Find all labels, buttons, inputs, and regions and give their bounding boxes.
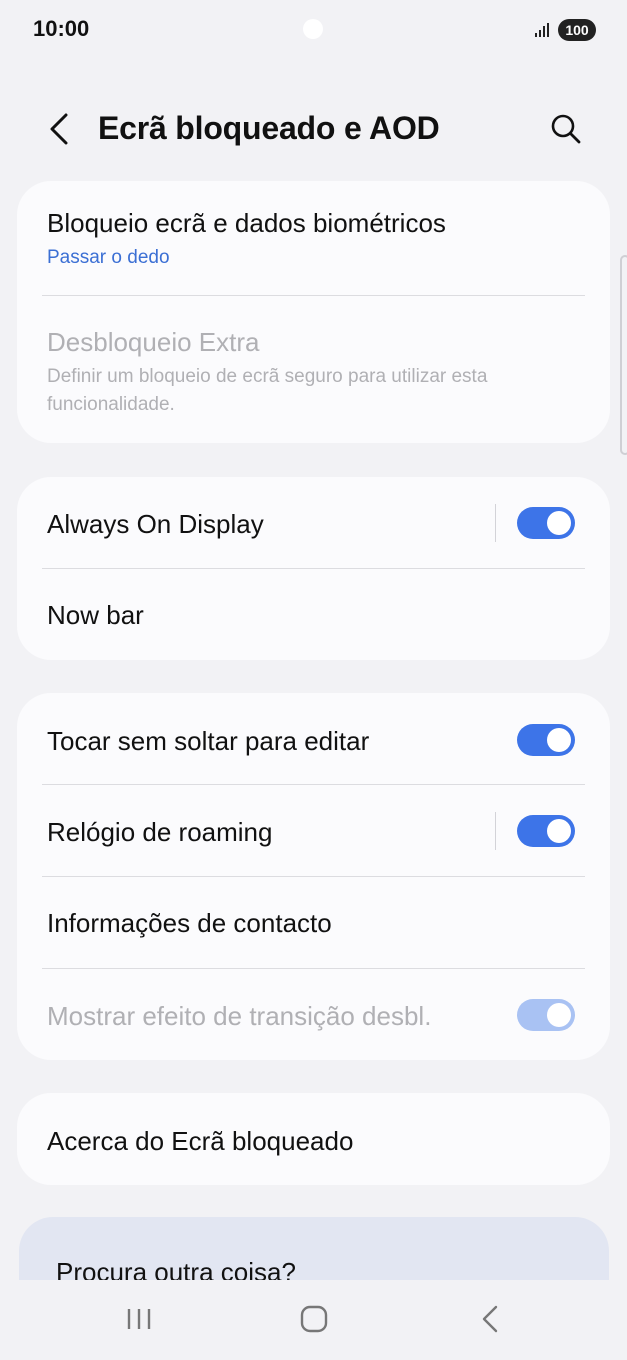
roaming-clock-label: Relógio de roaming (47, 817, 273, 847)
extra-unlock-desc-line1: Definir um bloqueio de ecrã seguro para … (47, 366, 488, 387)
touch-hold-edit-toggle[interactable] (517, 724, 575, 756)
search-icon[interactable] (548, 111, 584, 147)
roaming-clock-toggle[interactable] (517, 815, 575, 847)
about-lock-screen-label: Acerca do Ecrã bloqueado (47, 1126, 354, 1156)
contact-info-item[interactable]: Informações de contacto (17, 877, 610, 968)
extra-unlock-item: Desbloqueio Extra Definir um bloqueio de… (17, 296, 610, 443)
about-lock-screen-item[interactable]: Acerca do Ecrã bloqueado (17, 1093, 610, 1185)
lock-screen-biometrics-label: Bloqueio ecrã e dados biométricos (47, 208, 446, 238)
home-icon[interactable] (299, 1304, 329, 1334)
now-bar-label: Now bar (47, 600, 144, 630)
status-time: 10:00 (33, 16, 90, 41)
vertical-separator (495, 812, 496, 850)
extra-unlock-desc-line2: funcionalidade. (47, 394, 175, 415)
lock-screen-biometrics-item[interactable]: Bloqueio ecrã e dados biométricos Passar… (17, 181, 610, 296)
about-card: Acerca do Ecrã bloqueado (17, 1093, 610, 1185)
unlock-transition-item: Mostrar efeito de transição desbl. (17, 969, 610, 1060)
screen: 10:00 100 Ecrã bloqueado e AOD Bloqueio … (0, 0, 627, 1360)
header: Ecrã bloqueado e AOD (0, 95, 627, 165)
recents-icon[interactable] (124, 1304, 154, 1334)
lock-type-value: Passar o dedo (47, 247, 170, 268)
signal-icon (535, 23, 549, 37)
touch-hold-edit-item[interactable]: Tocar sem soltar para editar (17, 693, 610, 785)
back-chevron-icon[interactable] (42, 109, 76, 149)
always-on-display-toggle[interactable] (517, 507, 575, 539)
back-icon[interactable] (476, 1304, 506, 1334)
touch-hold-edit-label: Tocar sem soltar para editar (47, 726, 370, 756)
now-bar-item[interactable]: Now bar (17, 569, 610, 660)
camera-cutout (303, 19, 323, 39)
roaming-clock-item[interactable]: Relógio de roaming (17, 785, 610, 877)
navigation-bar (0, 1280, 627, 1360)
aod-card: Always On Display Now bar (17, 477, 610, 660)
vertical-separator (495, 504, 496, 542)
battery-icon: 100 (558, 19, 596, 41)
lock-settings-card: Tocar sem soltar para editar Relógio de … (17, 693, 610, 1060)
unlock-transition-toggle (517, 999, 575, 1031)
always-on-display-item[interactable]: Always On Display (17, 477, 610, 569)
always-on-display-label: Always On Display (47, 509, 264, 539)
page-title: Ecrã bloqueado e AOD (98, 110, 440, 146)
extra-unlock-label: Desbloqueio Extra (47, 327, 260, 357)
unlock-transition-label: Mostrar efeito de transição desbl. (47, 1001, 432, 1031)
contact-info-label: Informações de contacto (47, 908, 332, 938)
security-card: Bloqueio ecrã e dados biométricos Passar… (17, 181, 610, 443)
scrollbar[interactable] (620, 255, 627, 455)
status-bar: 10:00 100 (0, 0, 627, 60)
